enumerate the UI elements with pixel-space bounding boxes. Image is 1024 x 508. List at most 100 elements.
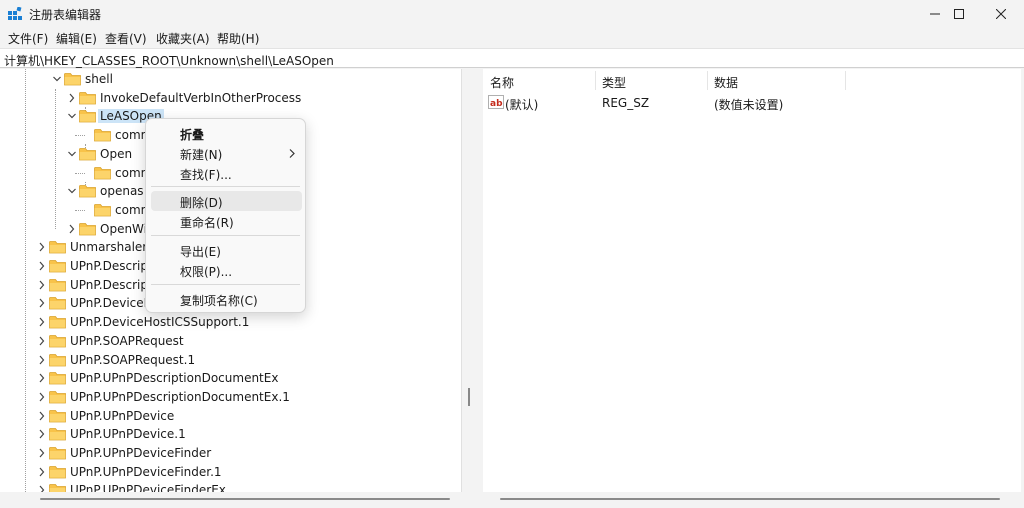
menu-item-label: 折叠	[180, 128, 205, 142]
folder-icon	[94, 167, 111, 180]
column-header-name[interactable]: 名称	[490, 69, 514, 92]
menu-bar: 文件(F) 编辑(E) 查看(V) 收藏夹(A) 帮助(H)	[0, 28, 1024, 48]
chevron-right-icon[interactable]	[37, 241, 47, 253]
chevron-down-icon[interactable]	[67, 185, 77, 197]
menu-item-label: 权限(P)...	[180, 265, 233, 279]
tree-item[interactable]: shell	[0, 70, 461, 89]
chevron-right-icon[interactable]	[37, 484, 47, 492]
chevron-right-icon[interactable]	[37, 354, 47, 366]
tree-guide-line	[75, 173, 85, 174]
column-separator[interactable]	[845, 71, 846, 90]
menu-item-label: 删除(D)	[180, 196, 223, 210]
tree-item[interactable]: UPnP.UPnPDeviceFinder.1	[0, 463, 461, 482]
folder-icon	[79, 110, 96, 123]
close-button[interactable]	[978, 0, 1024, 28]
menu-favorites[interactable]: 收藏夹(A)	[156, 30, 210, 47]
tree-item[interactable]: UPnP.UPnPDescriptionDocumentEx	[0, 369, 461, 388]
chevron-right-icon[interactable]	[37, 466, 47, 478]
tree-guide-line	[75, 135, 85, 136]
menu-help[interactable]: 帮助(H)	[217, 30, 259, 47]
chevron-right-icon[interactable]	[37, 391, 47, 403]
value-type: REG_SZ	[602, 96, 650, 110]
tree-item-label: Open	[100, 147, 133, 161]
tree-item[interactable]: UPnP.UPnPDevice.1	[0, 425, 461, 444]
tree-item-label: UPnP.UPnPDescriptionDocumentEx.1	[70, 390, 290, 404]
tree-item[interactable]: UPnP.UPnPDeviceFinder	[0, 444, 461, 463]
menu-view[interactable]: 查看(V)	[105, 30, 147, 47]
chevron-right-icon[interactable]	[37, 297, 47, 309]
value-name: (默认)	[505, 98, 539, 112]
column-header-data[interactable]: 数据	[714, 69, 738, 92]
scrollbar-thumb[interactable]	[40, 498, 450, 500]
chevron-right-icon[interactable]	[67, 223, 77, 235]
pane-splitter[interactable]	[462, 69, 483, 492]
value-data: (数值未设置)	[714, 98, 784, 112]
menu-item-export[interactable]: 导出(E)	[151, 240, 302, 260]
splitter-grip[interactable]	[468, 388, 470, 406]
menu-item-permissions[interactable]: 权限(P)...	[151, 260, 302, 280]
folder-icon	[49, 316, 66, 329]
tree-item-label: UPnP.UPnPDeviceFinderEx	[70, 483, 226, 492]
folder-icon	[49, 447, 66, 460]
tree-item[interactable]: UPnP.UPnPDeviceFinderEx	[0, 481, 461, 492]
chevron-down-icon[interactable]	[67, 110, 77, 122]
menu-item-collapse[interactable]: 折叠	[151, 123, 302, 143]
menu-separator	[151, 186, 300, 187]
tree-item[interactable]: InvokeDefaultVerbInOtherProcess	[0, 89, 461, 108]
folder-icon	[49, 297, 66, 310]
chevron-right-icon[interactable]	[37, 428, 47, 440]
table-row[interactable]: ab (默认) REG_SZ (数值未设置)	[483, 93, 1021, 112]
menu-file[interactable]: 文件(F)	[8, 30, 48, 47]
chevron-right-icon[interactable]	[37, 316, 47, 328]
menu-separator	[151, 284, 300, 285]
menu-item-new[interactable]: 新建(N)	[151, 143, 302, 163]
tree-item[interactable]: UPnP.SOAPRequest	[0, 332, 461, 351]
scrollbar-thumb[interactable]	[500, 498, 1000, 500]
folder-icon	[49, 391, 66, 404]
tree-item-label: UPnP.UPnPDeviceFinder	[70, 446, 212, 460]
chevron-right-icon[interactable]	[37, 447, 47, 459]
tree-item[interactable]: UPnP.UPnPDescriptionDocumentEx.1	[0, 388, 461, 407]
chevron-right-icon[interactable]	[37, 335, 47, 347]
chevron-down-icon[interactable]	[52, 73, 62, 85]
address-path[interactable]: 计算机\HKEY_CLASSES_ROOT\Unknown\shell\LeAS…	[4, 52, 334, 69]
column-header-type[interactable]: 类型	[602, 69, 626, 92]
folder-icon	[94, 129, 111, 142]
chevron-right-icon[interactable]	[37, 279, 47, 291]
menu-item-label: 复制项名称(C)	[180, 294, 258, 308]
folder-icon	[64, 73, 81, 86]
menu-item-copy-key-name[interactable]: 复制项名称(C)	[151, 289, 302, 309]
menu-edit[interactable]: 编辑(E)	[56, 30, 97, 47]
address-bar[interactable]: 计算机\HKEY_CLASSES_ROOT\Unknown\shell\LeAS…	[0, 48, 1024, 68]
menu-item-delete[interactable]: 删除(D)	[151, 191, 302, 211]
tree-horizontal-scrollbar[interactable]	[0, 492, 462, 506]
chevron-right-icon[interactable]	[67, 92, 77, 104]
tree-item-label: UPnP.UPnPDeviceFinder.1	[70, 465, 222, 479]
tree-item[interactable]: UPnP.SOAPRequest.1	[0, 351, 461, 370]
list-horizontal-scrollbar[interactable]	[483, 492, 1021, 506]
chevron-right-icon[interactable]	[37, 410, 47, 422]
tree-item-label: openas	[100, 184, 144, 198]
folder-icon	[49, 279, 66, 292]
column-separator[interactable]	[595, 71, 596, 90]
menu-item-rename[interactable]: 重命名(R)	[151, 211, 302, 231]
tree-item-label: UPnP.UPnPDevice	[70, 409, 175, 423]
chevron-right-icon[interactable]	[37, 260, 47, 272]
folder-icon	[49, 335, 66, 348]
menu-item-find[interactable]: 查找(F)...	[151, 163, 302, 183]
maximize-icon	[954, 9, 964, 19]
folder-icon	[49, 241, 66, 254]
registry-values-list[interactable]: 名称 类型 数据 ab (默认) REG_SZ (数值未设置)	[483, 69, 1021, 492]
column-separator[interactable]	[707, 71, 708, 90]
tree-guide-line	[75, 210, 85, 211]
menu-item-label: 查找(F)...	[180, 168, 232, 182]
svg-text:ab: ab	[490, 99, 503, 109]
maximize-button[interactable]	[936, 0, 982, 28]
tree-item[interactable]: UPnP.DeviceHostICSSupport.1	[0, 313, 461, 332]
tree-item[interactable]: UPnP.UPnPDevice	[0, 407, 461, 426]
chevron-right-icon[interactable]	[37, 372, 47, 384]
chevron-down-icon[interactable]	[67, 148, 77, 160]
folder-icon	[49, 428, 66, 441]
title-bar: 注册表编辑器	[0, 0, 1024, 28]
menu-item-label: 重命名(R)	[180, 216, 234, 230]
